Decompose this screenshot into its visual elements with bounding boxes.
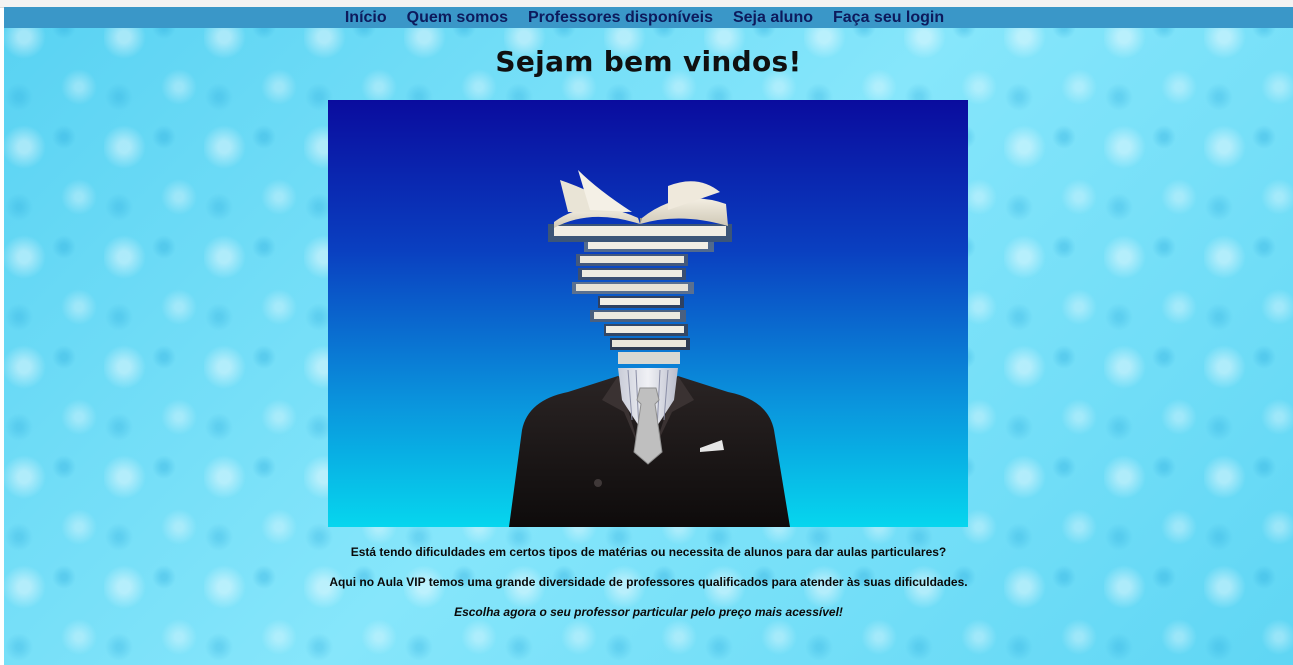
description-paragraph: Aqui no Aula VIP temos uma grande divers… <box>329 575 968 589</box>
intro-paragraph: Está tendo dificuldades em certos tipos … <box>350 545 947 559</box>
nav-link-professores[interactable]: Professores disponíveis <box>518 7 723 28</box>
nav-link-seja-aluno[interactable]: Seja aluno <box>723 7 823 28</box>
books-head-businessman-illustration <box>509 170 790 527</box>
hero-image <box>328 100 968 527</box>
nav-link-login[interactable]: Faça seu login <box>823 7 954 28</box>
page-background: Início Quem somos Professores disponívei… <box>4 7 1293 665</box>
call-to-action-paragraph: Escolha agora o seu professor particular… <box>454 605 843 619</box>
top-navbar: Início Quem somos Professores disponívei… <box>4 7 1293 28</box>
nav-link-inicio[interactable]: Início <box>335 7 397 28</box>
page-title: Sejam bem vindos! <box>495 45 802 78</box>
nav-link-quem-somos[interactable]: Quem somos <box>397 7 518 28</box>
